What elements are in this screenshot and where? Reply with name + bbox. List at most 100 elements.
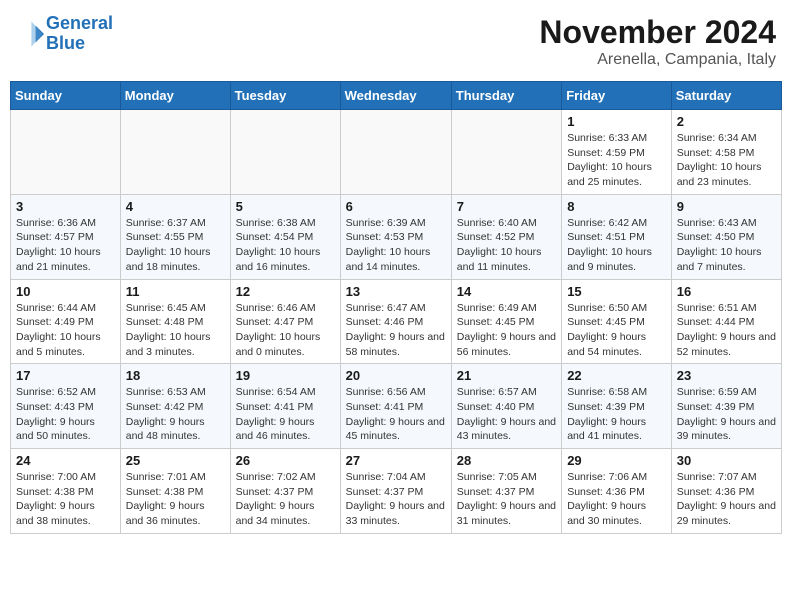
day-cell: 1Sunrise: 6:33 AM Sunset: 4:59 PM Daylig… [562,110,672,195]
day-number: 22 [567,368,666,383]
logo: General Blue [16,14,113,54]
day-number: 9 [677,199,776,214]
weekday-monday: Monday [120,82,230,110]
day-cell: 17 Sunrise: 6:52 AM Sunset: 4:43 PM Dayli… [11,364,121,449]
week-row-5: 24 Sunrise: 7:00 AM Sunset: 4:38 PM Dayli… [11,449,782,534]
day-number: 14 [457,284,556,299]
day-cell: 6 Sunrise: 6:39 AM Sunset: 4:53 PM Daylig… [340,194,451,279]
location-title: Arenella, Campania, Italy [539,51,776,69]
day-cell: 29 Sunrise: 7:06 AM Sunset: 4:36 PM Dayli… [562,449,672,534]
weekday-wednesday: Wednesday [340,82,451,110]
day-cell: 7 Sunrise: 6:40 AM Sunset: 4:52 PM Daylig… [451,194,561,279]
day-number: 23 [677,368,776,383]
day-number: 17 [16,368,115,383]
day-number: 20 [346,368,446,383]
month-title: November 2024 [539,14,776,51]
weekday-thursday: Thursday [451,82,561,110]
day-info: Sunrise: 7:07 AM Sunset: 4:36 PM Dayligh… [677,470,776,529]
day-number: 5 [236,199,335,214]
week-row-4: 17 Sunrise: 6:52 AM Sunset: 4:43 PM Dayli… [11,364,782,449]
calendar-table: SundayMondayTuesdayWednesdayThursdayFrid… [10,81,782,534]
day-cell: 2 Sunrise: 6:34 AM Sunset: 4:58 PM Daylig… [671,110,781,195]
day-cell: 4Sunrise: 6:37 AM Sunset: 4:55 PM Daylig… [120,194,230,279]
day-number: 29 [567,453,666,468]
day-info: Sunrise: 6:36 AM Sunset: 4:57 PM Dayligh… [16,216,115,275]
weekday-tuesday: Tuesday [230,82,340,110]
day-number: 26 [236,453,335,468]
day-number: 30 [677,453,776,468]
day-info: Sunrise: 7:05 AM Sunset: 4:37 PM Dayligh… [457,470,556,529]
day-info: Sunrise: 6:49 AM Sunset: 4:45 PM Dayligh… [457,301,556,360]
day-number: 16 [677,284,776,299]
logo-text: General Blue [46,14,113,54]
day-number: 10 [16,284,115,299]
day-info: Sunrise: 6:59 AM Sunset: 4:39 PM Dayligh… [677,385,776,444]
day-info: Sunrise: 6:38 AM Sunset: 4:54 PM Dayligh… [236,216,335,275]
day-cell: 15 Sunrise: 6:50 AM Sunset: 4:45 PM Dayli… [562,279,672,364]
day-number: 6 [346,199,446,214]
day-cell: 24 Sunrise: 7:00 AM Sunset: 4:38 PM Dayli… [11,449,121,534]
day-cell: 30 Sunrise: 7:07 AM Sunset: 4:36 PM Dayli… [671,449,781,534]
day-info: Sunrise: 6:44 AM Sunset: 4:49 PM Dayligh… [16,301,115,360]
day-number: 24 [16,453,115,468]
day-cell: 28 Sunrise: 7:05 AM Sunset: 4:37 PM Dayli… [451,449,561,534]
weekday-friday: Friday [562,82,672,110]
day-info: Sunrise: 6:56 AM Sunset: 4:41 PM Dayligh… [346,385,446,444]
day-number: 19 [236,368,335,383]
day-cell: 18Sunrise: 6:53 AM Sunset: 4:42 PM Dayli… [120,364,230,449]
day-cell: 12Sunrise: 6:46 AM Sunset: 4:47 PM Dayli… [230,279,340,364]
day-info: Sunrise: 7:06 AM Sunset: 4:36 PM Dayligh… [567,470,666,529]
day-number: 2 [677,114,776,129]
day-number: 3 [16,199,115,214]
week-row-3: 10 Sunrise: 6:44 AM Sunset: 4:49 PM Dayli… [11,279,782,364]
day-number: 8 [567,199,666,214]
day-info: Sunrise: 6:51 AM Sunset: 4:44 PM Dayligh… [677,301,776,360]
day-info: Sunrise: 7:00 AM Sunset: 4:38 PM Dayligh… [16,470,115,529]
day-number: 15 [567,284,666,299]
day-cell [230,110,340,195]
day-cell: 13Sunrise: 6:47 AM Sunset: 4:46 PM Dayli… [340,279,451,364]
day-number: 11 [126,284,225,299]
title-block: November 2024 Arenella, Campania, Italy [539,14,776,69]
day-info: Sunrise: 6:40 AM Sunset: 4:52 PM Dayligh… [457,216,556,275]
logo-icon [16,20,44,48]
day-number: 12 [236,284,335,299]
day-info: Sunrise: 6:53 AM Sunset: 4:42 PM Dayligh… [126,385,225,444]
day-cell: 5 Sunrise: 6:38 AM Sunset: 4:54 PM Daylig… [230,194,340,279]
day-info: Sunrise: 6:39 AM Sunset: 4:53 PM Dayligh… [346,216,446,275]
day-cell [11,110,121,195]
day-number: 27 [346,453,446,468]
day-cell: 21Sunrise: 6:57 AM Sunset: 4:40 PM Dayli… [451,364,561,449]
day-number: 4 [126,199,225,214]
day-info: Sunrise: 6:52 AM Sunset: 4:43 PM Dayligh… [16,385,115,444]
day-info: Sunrise: 6:34 AM Sunset: 4:58 PM Dayligh… [677,131,776,190]
weekday-sunday: Sunday [11,82,121,110]
day-cell [451,110,561,195]
day-number: 7 [457,199,556,214]
day-cell: 25Sunrise: 7:01 AM Sunset: 4:38 PM Dayli… [120,449,230,534]
day-info: Sunrise: 6:33 AM Sunset: 4:59 PM Dayligh… [567,131,666,190]
day-cell: 11 Sunrise: 6:45 AM Sunset: 4:48 PM Dayli… [120,279,230,364]
day-cell: 26Sunrise: 7:02 AM Sunset: 4:37 PM Dayli… [230,449,340,534]
day-cell: 8 Sunrise: 6:42 AM Sunset: 4:51 PM Daylig… [562,194,672,279]
weekday-saturday: Saturday [671,82,781,110]
day-number: 25 [126,453,225,468]
day-cell [340,110,451,195]
day-info: Sunrise: 6:43 AM Sunset: 4:50 PM Dayligh… [677,216,776,275]
week-row-1: 1Sunrise: 6:33 AM Sunset: 4:59 PM Daylig… [11,110,782,195]
day-info: Sunrise: 6:54 AM Sunset: 4:41 PM Dayligh… [236,385,335,444]
calendar-body: 1Sunrise: 6:33 AM Sunset: 4:59 PM Daylig… [11,110,782,534]
day-info: Sunrise: 6:47 AM Sunset: 4:46 PM Dayligh… [346,301,446,360]
day-cell: 27 Sunrise: 7:04 AM Sunset: 4:37 PM Dayli… [340,449,451,534]
day-info: Sunrise: 6:45 AM Sunset: 4:48 PM Dayligh… [126,301,225,360]
day-cell: 20 Sunrise: 6:56 AM Sunset: 4:41 PM Dayli… [340,364,451,449]
week-row-2: 3 Sunrise: 6:36 AM Sunset: 4:57 PM Daylig… [11,194,782,279]
day-info: Sunrise: 6:50 AM Sunset: 4:45 PM Dayligh… [567,301,666,360]
day-cell: 10 Sunrise: 6:44 AM Sunset: 4:49 PM Dayli… [11,279,121,364]
day-cell: 19 Sunrise: 6:54 AM Sunset: 4:41 PM Dayli… [230,364,340,449]
day-cell: 9 Sunrise: 6:43 AM Sunset: 4:50 PM Daylig… [671,194,781,279]
page-header: General Blue November 2024 Arenella, Cam… [10,10,782,73]
day-info: Sunrise: 6:42 AM Sunset: 4:51 PM Dayligh… [567,216,666,275]
day-info: Sunrise: 7:04 AM Sunset: 4:37 PM Dayligh… [346,470,446,529]
day-number: 28 [457,453,556,468]
